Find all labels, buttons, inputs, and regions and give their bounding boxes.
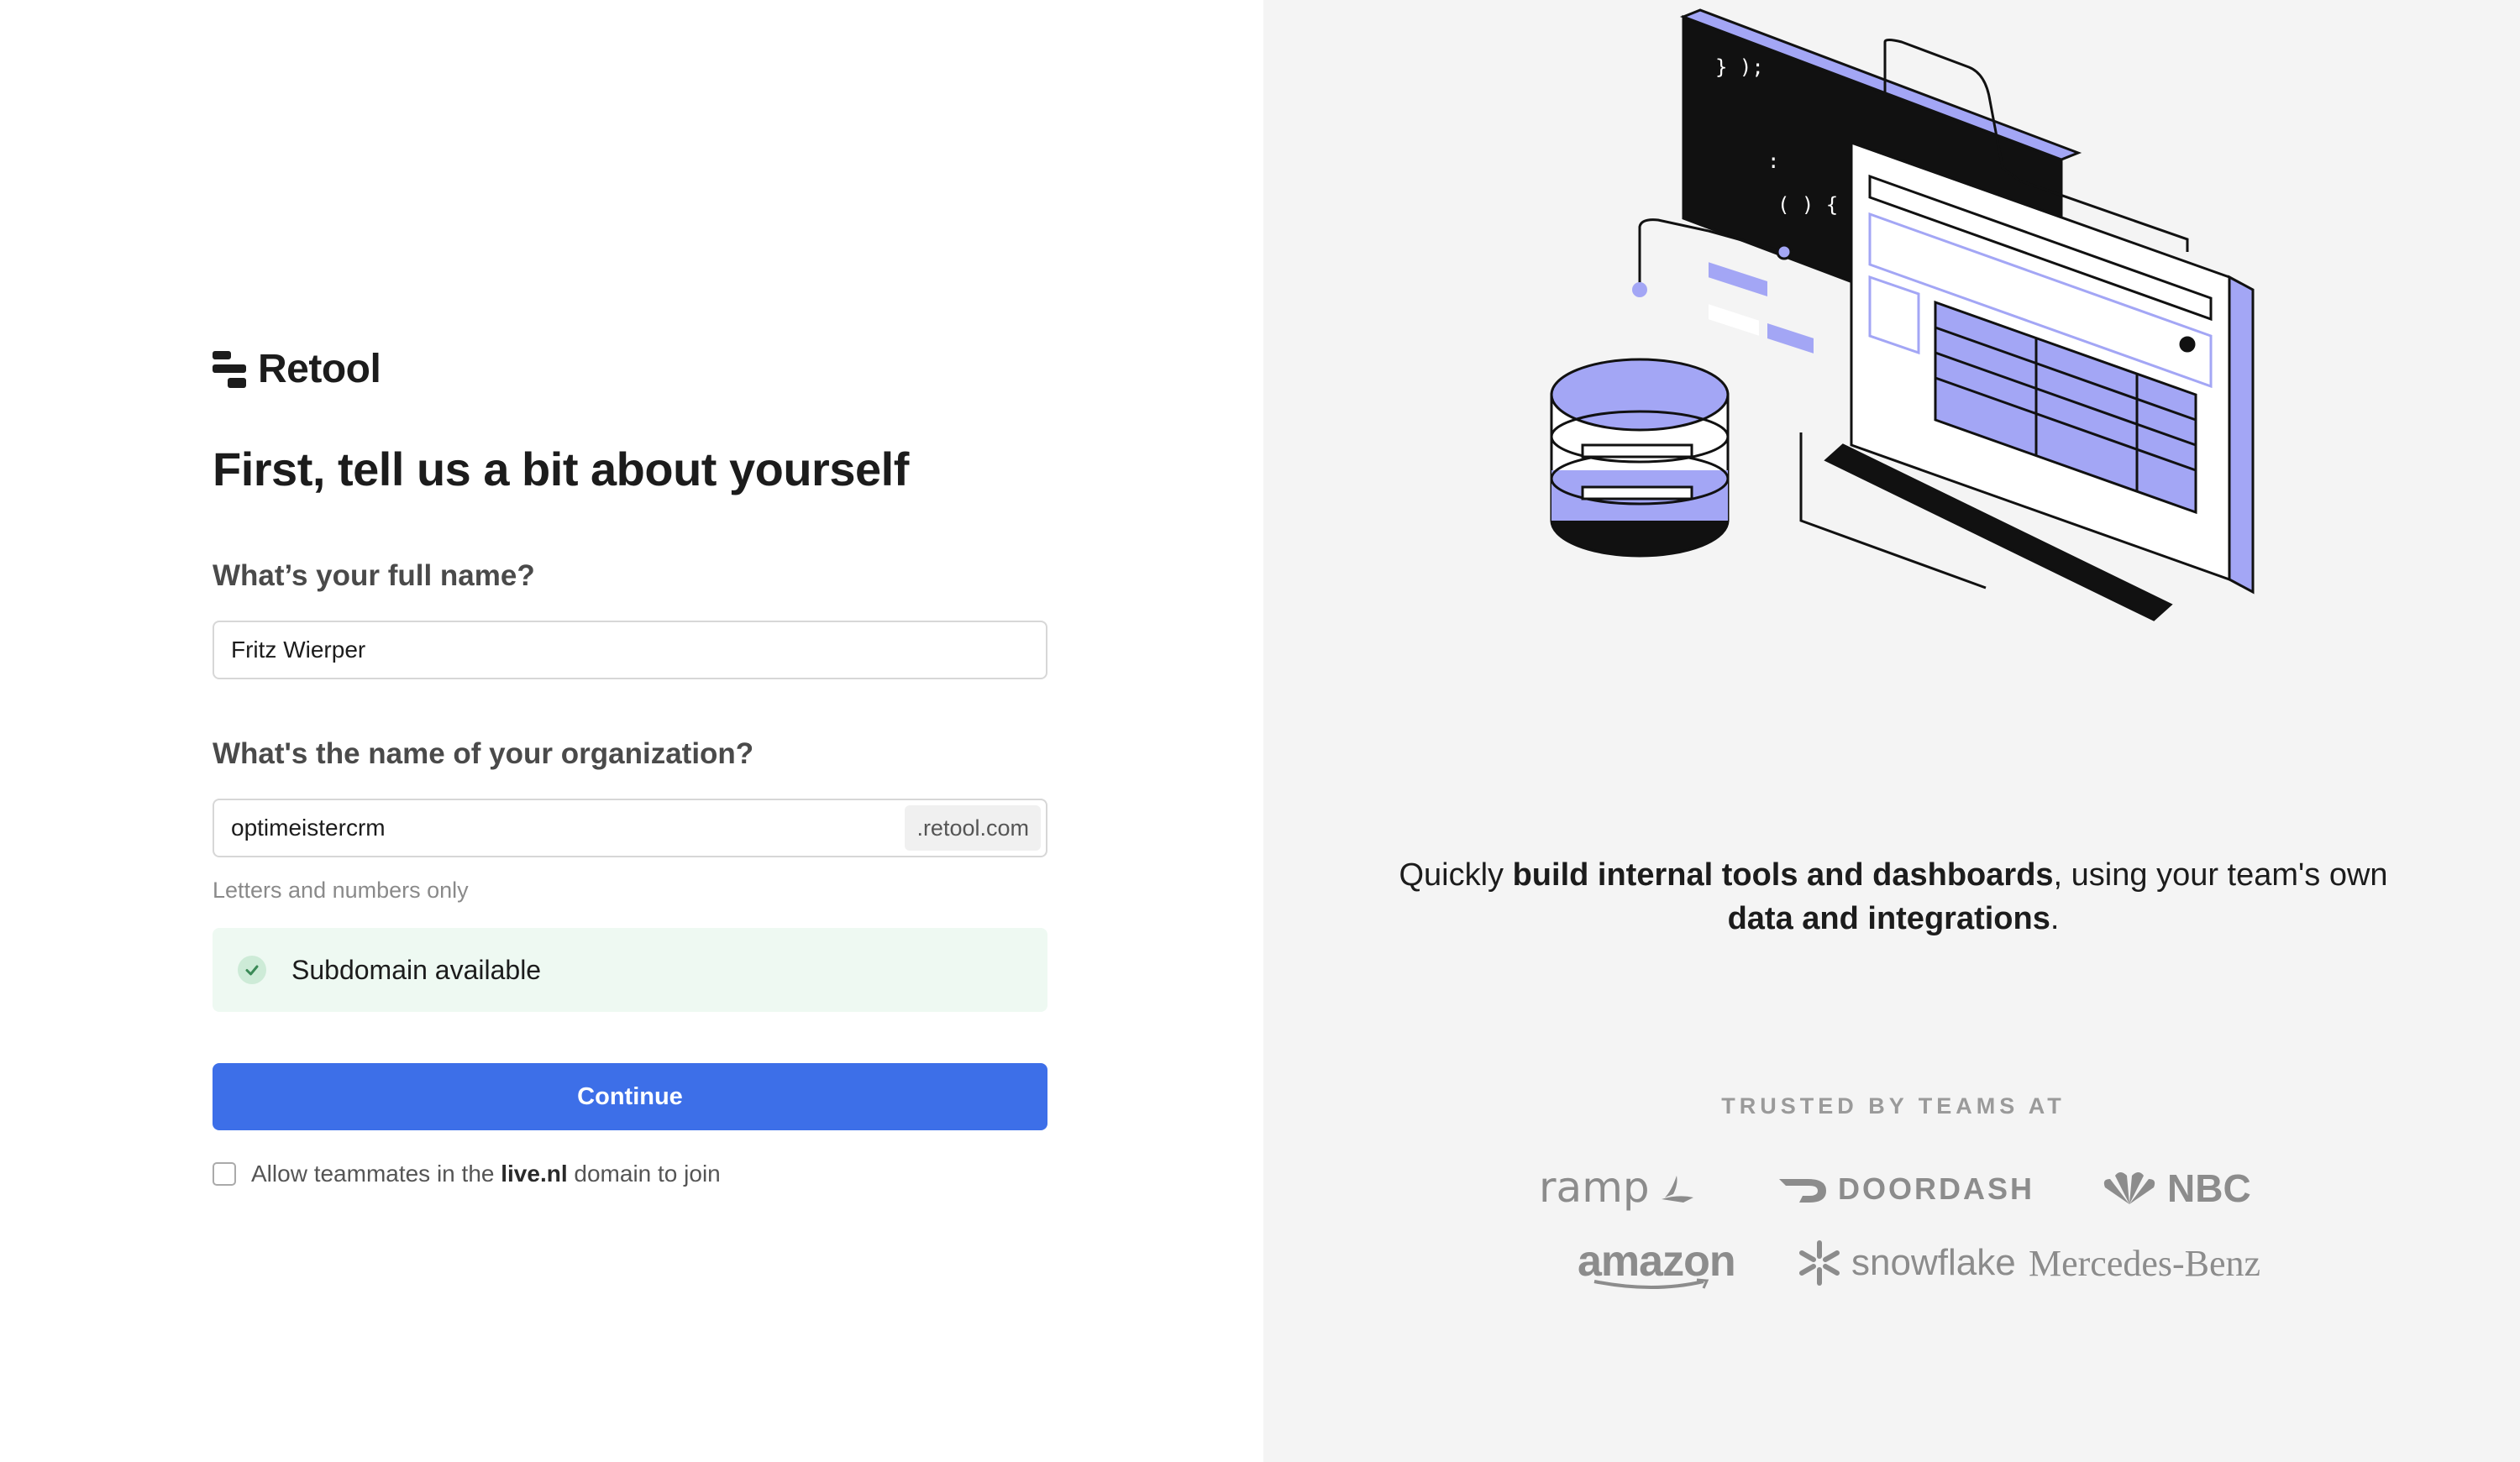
brand-name: Retool	[258, 347, 381, 391]
organization-hint: Letters and numbers only	[213, 878, 469, 903]
amazon-smile-icon	[1593, 1278, 1709, 1289]
customer-logo-amazon: amazon	[1578, 1236, 1736, 1292]
full-name-label: What’s your full name?	[213, 559, 535, 592]
organization-label: What's the name of your organization?	[213, 737, 754, 770]
allow-teammates-label: Allow teammates in the live.nl domain to…	[251, 1161, 721, 1187]
organization-field-wrapper: .retool.com	[213, 799, 1047, 857]
full-name-input[interactable]	[231, 622, 987, 678]
page-title: First, tell us a bit about yourself	[213, 443, 909, 495]
customer-logo-snowflake: snowflake	[1796, 1239, 2016, 1286]
allow-teammates-checkbox[interactable]	[213, 1162, 236, 1186]
ramp-logo-text: ramp	[1539, 1163, 1650, 1212]
retool-logo: Retool	[213, 346, 381, 392]
tagline-bold-1: build internal tools and dashboards	[1512, 857, 2054, 893]
code-line-1: } );	[1715, 55, 1764, 79]
tagline-part-1: Quickly	[1399, 857, 1513, 893]
customer-logo-ramp: ramp	[1539, 1163, 1697, 1212]
trusted-by-heading: TRUSTED BY TEAMS AT	[1721, 1093, 2066, 1119]
doordash-logo-text: DOORDASH	[1838, 1171, 2035, 1206]
promo-panel: } ); : ( ) {Quickly build internal tool…	[1263, 0, 2520, 1462]
continue-button[interactable]: Continue	[213, 1063, 1047, 1130]
retool-logo-icon	[213, 350, 246, 388]
code-line-2: :	[1767, 149, 1779, 173]
allow-text-suffix: domain to join	[567, 1161, 721, 1187]
snowflake-icon	[1799, 1240, 1840, 1286]
allow-text-prefix: Allow teammates in the	[251, 1161, 501, 1187]
product-illustration: } ); : ( ) {	[1550, 8, 2255, 621]
tagline-bold-2: data and integrations	[1727, 901, 2050, 936]
code-line-3: ( ) {	[1777, 193, 1838, 217]
tagline-part-2: , using your team's own	[2053, 857, 2388, 893]
doordash-logo-icon	[1779, 1179, 1826, 1203]
allow-teammates-option[interactable]: Allow teammates in the live.nl domain to…	[213, 1161, 721, 1187]
customer-logo-mercedes-benz: Mercedes-Benz	[2029, 1242, 2260, 1285]
full-name-field-wrapper	[213, 621, 1047, 679]
tagline: Quickly build internal tools and dashboa…	[1389, 853, 2397, 941]
customer-logo-nbc: NBC	[2100, 1166, 2251, 1211]
tagline-part-3: .	[2050, 901, 2060, 936]
snowflake-logo-text: snowflake	[1851, 1242, 2016, 1283]
nbc-peacock-icon	[2103, 1172, 2155, 1204]
signup-panel: Retool First, tell us a bit about yourse…	[0, 0, 1263, 1462]
nbc-logo-text: NBC	[2167, 1166, 2251, 1210]
check-circle-icon	[238, 956, 266, 984]
customer-logo-doordash: DOORDASH	[1777, 1171, 2034, 1207]
mercedes-logo-text: Mercedes-Benz	[2029, 1243, 2261, 1284]
domain-suffix: .retool.com	[905, 805, 1041, 851]
ramp-logo-icon	[1661, 1176, 1693, 1203]
subdomain-status-text: Subdomain available	[291, 954, 542, 985]
organization-input[interactable]	[231, 800, 895, 856]
allow-domain: live.nl	[501, 1161, 568, 1187]
subdomain-status-banner: Subdomain available	[213, 928, 1047, 1012]
